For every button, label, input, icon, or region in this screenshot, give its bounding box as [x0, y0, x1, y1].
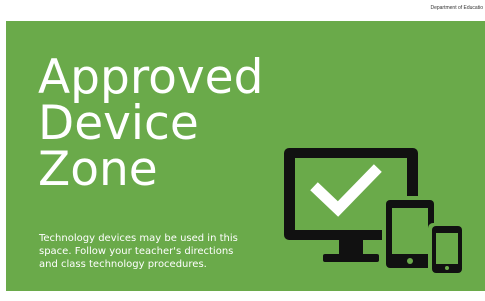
description-line-2: space. Follow your teacher's directions	[39, 246, 234, 257]
description-line-3: and class technology procedures.	[39, 259, 207, 270]
sign-description: Technology devices may be used in this s…	[39, 232, 269, 271]
page: Department of Educatio Approved Device Z…	[0, 0, 485, 301]
department-label: Department of Educatio	[430, 5, 483, 11]
title-line-2: Device	[38, 96, 199, 151]
description-line-1: Technology devices may be used in this	[39, 233, 238, 244]
title-line-3: Zone	[38, 142, 158, 197]
phone-icon	[428, 223, 466, 276]
devices-illustration	[284, 148, 466, 276]
title-line-1: Approved	[38, 50, 264, 105]
